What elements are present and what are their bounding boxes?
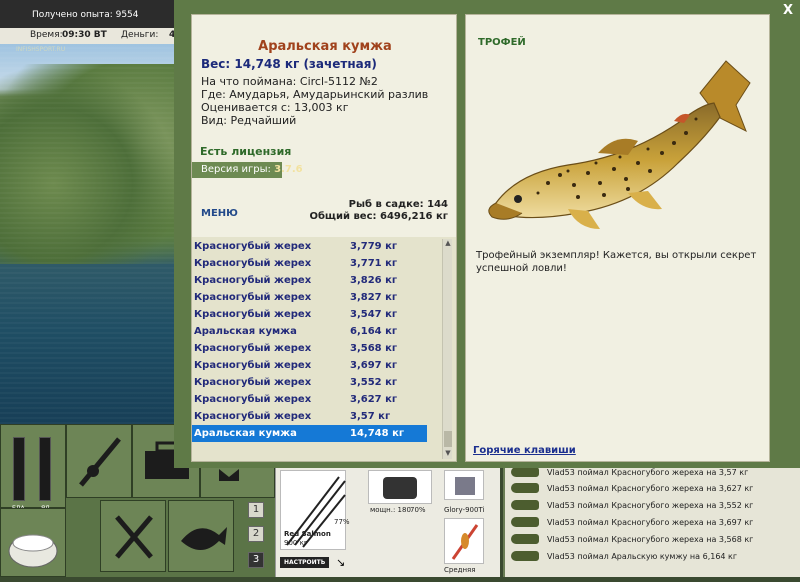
resize-arrow-icon[interactable]: ↘ <box>336 556 345 569</box>
feed-line: Vlad53 поймал Красногубого жереха на 3,6… <box>511 481 800 497</box>
fish-icon <box>181 527 227 550</box>
site-logo: INFISHSPORT.RU <box>16 46 66 53</box>
food-gauges: ЕДА ЯД <box>0 424 66 512</box>
reel-power: мощн.: 180 <box>370 506 411 514</box>
valued-from: Оценивается с: 13,003 кг <box>201 101 349 114</box>
lure-level: Средняя <box>444 566 476 574</box>
fish-title: Аральская кумжа <box>258 39 392 54</box>
catch-feed: Vlad53 поймал Красногубого жереха на 3,5… <box>503 465 800 577</box>
lure-name: Glory-900Ti <box>444 506 485 514</box>
lake-landscape <box>0 44 178 424</box>
scroll-thumb[interactable] <box>444 431 452 447</box>
keepnet-total: Общий вес: 6496,216 кг <box>309 211 448 222</box>
experience-text: Получено опыта: 9554 <box>32 10 139 20</box>
bait-pot-slot[interactable] <box>0 508 66 577</box>
food-gauge <box>13 437 25 501</box>
list-item[interactable]: Аральская кумжа 6,164 кг <box>192 323 427 340</box>
trophy-description: Трофейный экземпляр! Кажется, вы открыли… <box>476 250 757 274</box>
feed-line: Vlad53 поймал Красногубого жереха на 3,5… <box>511 532 800 548</box>
reel-percent: 70% <box>410 506 426 514</box>
feed-line: Vlad53 поймал Красногубого жереха на 3,5… <box>511 498 800 514</box>
trout-picture-icon <box>488 60 751 229</box>
license-status: Есть лицензия <box>200 145 292 158</box>
reel-slot[interactable] <box>368 470 432 504</box>
list-item[interactable]: Красногубый жерех 3,552 кг <box>192 374 427 391</box>
fish-icon <box>511 517 539 527</box>
fish-icon <box>511 500 539 510</box>
menu-button[interactable]: МЕНЮ <box>201 208 238 219</box>
list-item[interactable]: Красногубый жерех 3,779 кг <box>192 238 427 255</box>
feed-line: Vlad53 поймал Красногубого жереха на 3,6… <box>511 515 800 531</box>
rod-line-slot[interactable] <box>280 470 346 550</box>
list-item-selected[interactable]: Аральская кумжа 14,748 кг <box>192 425 427 442</box>
time-label: Время: <box>30 30 63 40</box>
game-version: Версия игры: 3.7.6 <box>192 162 303 178</box>
knife-fork-icon <box>115 515 153 559</box>
fish-icon <box>511 467 539 477</box>
list-item[interactable]: Красногубый жерех 3,57 кг <box>192 408 427 425</box>
lure-slot[interactable] <box>444 470 484 500</box>
rod-slot[interactable] <box>66 424 132 498</box>
catch-info-panel: Аральская кумжа Вес: 14,748 кг (зачетная… <box>191 14 457 462</box>
fish-icon <box>511 534 539 544</box>
poison-gauge <box>39 437 51 501</box>
spinner-slot[interactable] <box>444 518 484 564</box>
time-money-row: Время: 09:30 ВТ Деньги: 4 <box>0 28 180 44</box>
status-bar: Получено опыта: 9554 Время: 09:30 ВТ Ден… <box>0 0 180 44</box>
scroll-down-icon[interactable]: ▼ <box>443 449 453 459</box>
money-label: Деньги: <box>121 30 159 40</box>
hotkeys-link[interactable]: Горячие клавиши <box>473 445 576 456</box>
catch-location: Где: Амударья, Амударьинский разлив <box>201 88 429 101</box>
lure-icon <box>455 477 475 495</box>
list-item[interactable]: Красногубый жерех 3,568 кг <box>192 340 427 357</box>
list-item[interactable]: Красногубый жерех 3,827 кг <box>192 289 427 306</box>
fishing-rod-icon <box>79 437 121 487</box>
catch-list[interactable]: Красногубый жерех 3,779 кг Красногубый же… <box>192 237 456 461</box>
bait-pot-icon <box>8 534 58 568</box>
keepnet-count: Рыб в садке: 144 <box>348 199 448 210</box>
spinner-icon <box>451 524 479 560</box>
list-item[interactable]: Красногубый жерех 3,627 кг <box>192 391 427 408</box>
trophy-header: ТРОФЕЙ <box>478 37 526 48</box>
close-icon[interactable]: X <box>781 4 795 18</box>
fish-kind: Вид: Редчайший <box>201 114 297 127</box>
scroll-up-icon[interactable]: ▲ <box>443 239 453 249</box>
line-name: Red Salmon <box>284 530 331 538</box>
keepnet-summary: Рыб в садке: 144 Общий вес: 6496,216 кг <box>309 199 448 223</box>
slot-3-button[interactable]: 3 <box>248 552 264 568</box>
list-item[interactable]: Красногубый жерех 3,697 кг <box>192 357 427 374</box>
tackle-panel: 77% Red Salmon 900 кг НАСТРОИТЬ ↘ мощн.:… <box>275 468 500 577</box>
list-item[interactable]: Красногубый жерех 3,547 кг <box>192 306 427 323</box>
trophy-panel: ТРОФЕЙ Трофейный экземпляр! Кажется, вы … <box>465 14 770 462</box>
list-item[interactable]: Красногубый жерех 3,771 кг <box>192 255 427 272</box>
list-item[interactable]: Красногубый жерех 3,826 кг <box>192 272 427 289</box>
slot-2-button[interactable]: 2 <box>248 526 264 542</box>
fish-weight: Вес: 14,748 кг (зачетная) <box>201 57 377 71</box>
fish-icon <box>511 551 539 561</box>
time-value: 09:30 ВТ <box>62 30 107 40</box>
list-scrollbar[interactable]: ▲ ▼ <box>442 239 452 459</box>
line-weight: 900 кг <box>284 539 308 547</box>
caught-on: На что поймана: Circl-5112 №2 <box>201 75 378 88</box>
feed-line: Vlad53 поймал Аральскую кумжу на 6,164 к… <box>511 549 800 565</box>
line-percent: 77% <box>334 518 350 526</box>
fish-icon <box>511 483 539 493</box>
reel-icon <box>383 477 417 499</box>
cutlery-slot[interactable] <box>100 500 166 572</box>
setup-button[interactable]: НАСТРОИТЬ <box>280 557 330 568</box>
fish-slot[interactable] <box>168 500 234 572</box>
slot-1-button[interactable]: 1 <box>248 502 264 518</box>
